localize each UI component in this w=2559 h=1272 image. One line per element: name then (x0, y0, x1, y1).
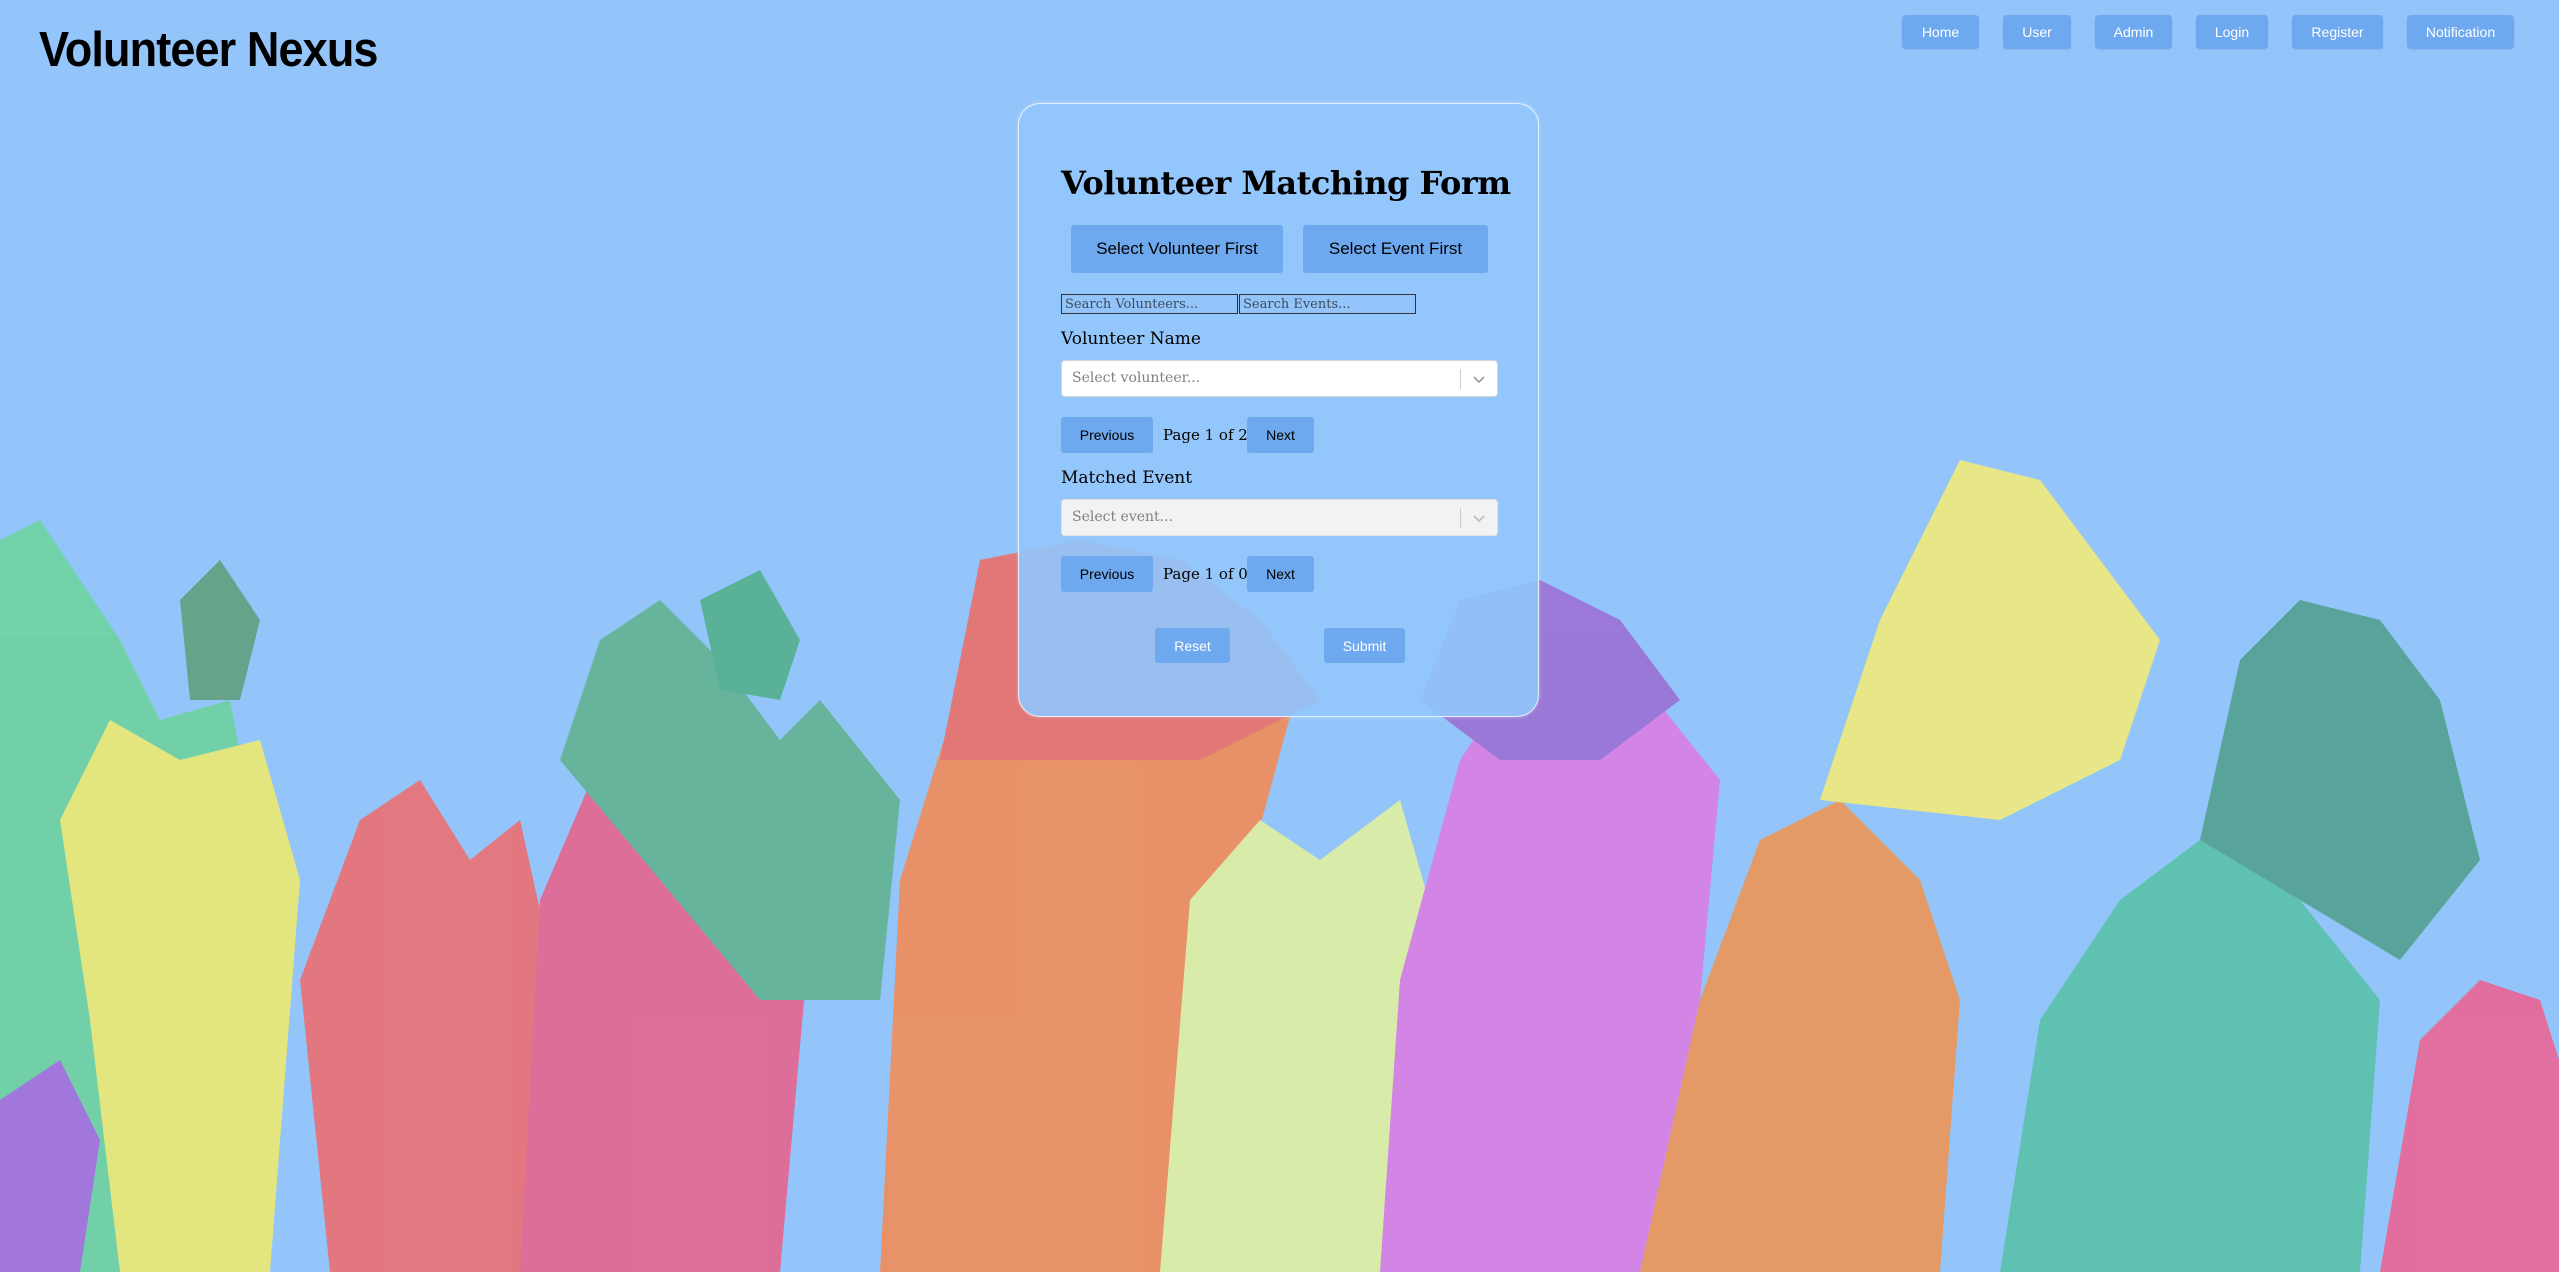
reset-button[interactable]: Reset (1155, 628, 1230, 663)
top-nav: Home User Admin Login Register Notificat… (0, 15, 2559, 51)
nav-notification-button[interactable]: Notification (2407, 15, 2514, 49)
select-divider (1460, 508, 1461, 528)
volunteer-previous-button[interactable]: Previous (1061, 417, 1153, 453)
event-page-info: Page 1 of 0 (1163, 565, 1248, 583)
volunteer-next-button[interactable]: Next (1247, 417, 1314, 453)
event-previous-button[interactable]: Previous (1061, 556, 1153, 592)
volunteer-page-info: Page 1 of 2 (1163, 426, 1248, 444)
nav-home-button[interactable]: Home (1902, 15, 1979, 49)
nav-register-button[interactable]: Register (2292, 15, 2383, 49)
submit-button[interactable]: Submit (1324, 628, 1405, 663)
search-volunteers-input[interactable] (1061, 294, 1238, 314)
select-divider (1460, 369, 1461, 389)
event-select[interactable]: Select event... (1061, 499, 1498, 536)
select-volunteer-first-button[interactable]: Select Volunteer First (1071, 225, 1283, 273)
event-select-placeholder: Select event... (1072, 509, 1174, 525)
search-events-input[interactable] (1239, 294, 1416, 314)
chevron-down-icon[interactable] (1471, 371, 1487, 387)
volunteer-select[interactable]: Select volunteer... (1061, 360, 1498, 397)
event-next-button[interactable]: Next (1247, 556, 1314, 592)
volunteer-name-label: Volunteer Name (1061, 329, 1201, 349)
nav-login-button[interactable]: Login (2196, 15, 2268, 49)
matched-event-label: Matched Event (1061, 468, 1193, 488)
nav-user-button[interactable]: User (2003, 15, 2071, 49)
select-event-first-button[interactable]: Select Event First (1303, 225, 1488, 273)
top-header: Volunteer Nexus Home User Admin Login Re… (0, 0, 2559, 100)
form-title: Volunteer Matching Form (1061, 164, 1511, 202)
nav-admin-button[interactable]: Admin (2095, 15, 2172, 49)
matching-form-card: Volunteer Matching Form Select Volunteer… (1018, 103, 1539, 717)
volunteer-select-placeholder: Select volunteer... (1072, 370, 1201, 386)
chevron-down-icon[interactable] (1471, 510, 1487, 526)
